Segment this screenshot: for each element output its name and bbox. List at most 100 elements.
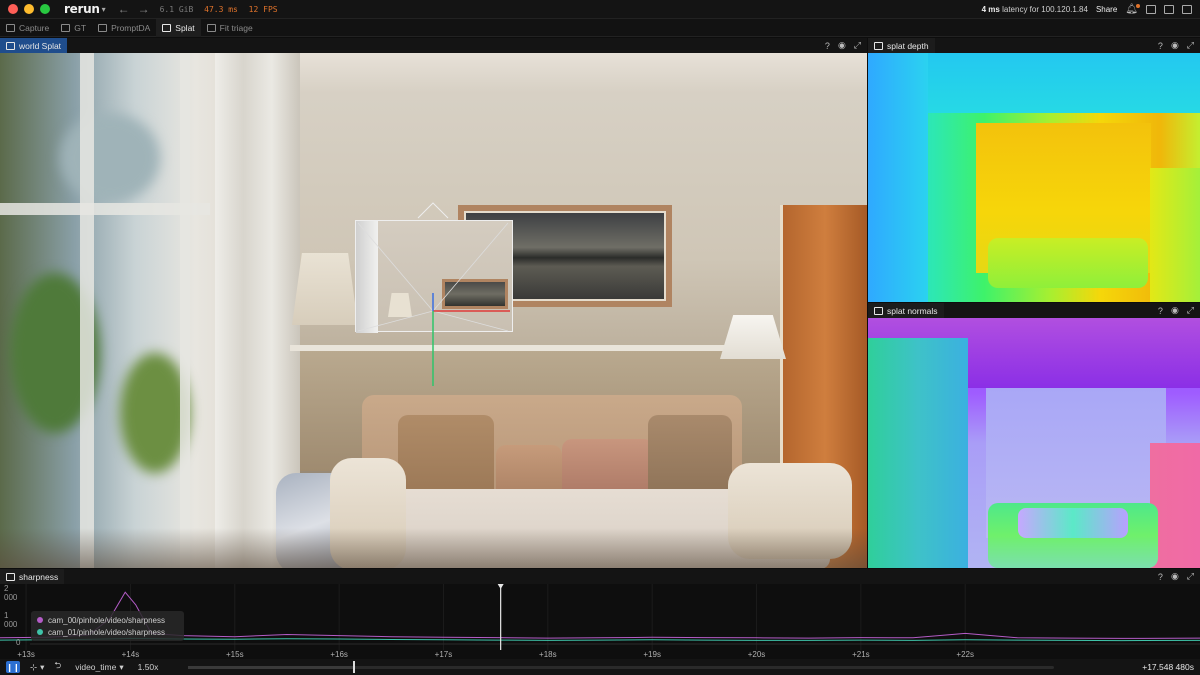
blueprint-tabs: Capture GT PromptDA Splat Fit triage: [0, 18, 1200, 37]
tab-splat[interactable]: Splat: [156, 18, 201, 37]
playback-mode-dropdown[interactable]: ⊹ ▾: [30, 662, 44, 673]
share-button[interactable]: Share: [1096, 5, 1117, 14]
eye-icon[interactable]: ◉: [838, 40, 846, 51]
tab-capture[interactable]: Capture: [0, 19, 55, 37]
help-icon[interactable]: ?: [1158, 41, 1163, 51]
x-tick-label: +17s: [434, 650, 453, 659]
tab-label: PromptDA: [111, 22, 151, 33]
notification-dot: [1136, 4, 1140, 8]
expand-icon[interactable]: ⤢: [854, 40, 861, 51]
tab-gt[interactable]: GT: [55, 19, 92, 37]
eye-icon[interactable]: ◉: [1171, 40, 1179, 51]
camera-image-lamp: [388, 293, 412, 317]
timeline-name: video_time: [75, 662, 117, 672]
expand-icon[interactable]: ⤢: [1187, 571, 1194, 582]
normals-left-wall: [868, 338, 968, 568]
time-cursor-handle[interactable]: [497, 584, 504, 589]
app-logo[interactable]: rerun: [64, 2, 100, 16]
sharpness-panel: sharpness ? ◉ ⤢ 2 000 1 000 0 cam_00/pin…: [0, 569, 1200, 659]
zoom-window-button[interactable]: [40, 4, 50, 14]
playback-speed[interactable]: 1.50x: [138, 662, 159, 672]
frame-time: 47.3 ms: [204, 4, 238, 14]
legend-swatch: [37, 617, 43, 623]
panel-title-tab[interactable]: splat depth: [868, 38, 935, 53]
window-frame: [180, 53, 190, 568]
legend-label: cam_00/pinhole/video/sharpness: [48, 615, 165, 625]
container-icon: [206, 23, 216, 32]
tab-fit-triage[interactable]: Fit triage: [201, 19, 259, 37]
camera-image-painting-canvas: [445, 282, 505, 306]
panel-title-tab[interactable]: sharpness: [0, 569, 65, 584]
close-window-button[interactable]: [8, 4, 18, 14]
latency-value: 4 ms: [981, 5, 1000, 14]
3d-view-icon: [6, 41, 15, 50]
2d-view-icon: [874, 306, 883, 315]
expand-icon[interactable]: ⤢: [1187, 305, 1194, 316]
tab-label: GT: [74, 22, 87, 33]
bottom-panel-toggle-icon[interactable]: [1164, 5, 1174, 14]
eye-icon[interactable]: ◉: [1171, 571, 1179, 582]
normals-image[interactable]: [868, 318, 1200, 568]
expand-icon[interactable]: ⤢: [1187, 40, 1194, 51]
help-icon[interactable]: ?: [1158, 306, 1163, 316]
panel-title-tab[interactable]: splat normals: [868, 303, 944, 318]
splat-depth-panel: splat depth ? ◉ ⤢: [868, 38, 1200, 302]
notification-bell-icon[interactable]: 🔔︎: [1125, 4, 1140, 15]
legend-label: cam_01/pinhole/video/sharpness: [48, 627, 165, 637]
panel-controls: ? ◉ ⤢: [1158, 569, 1194, 584]
x-tick-label: +19s: [643, 650, 661, 659]
panel-title: splat normals: [887, 305, 938, 316]
plot-legend: cam_00/pinhole/video/sharpness cam_01/pi…: [31, 611, 184, 641]
depth-sofa: [988, 238, 1148, 288]
lamp-shade: [720, 315, 786, 359]
panel-title: splat depth: [887, 40, 929, 51]
x-tick-label: +16s: [330, 650, 348, 659]
y-tick-label: 0: [16, 638, 21, 647]
latency-indicator: 4 ms latency for 100.120.1.84: [982, 5, 1088, 14]
timeline-selector[interactable]: video_time ▾: [75, 662, 123, 673]
x-tick-label: +22s: [956, 650, 974, 659]
left-panel-toggle-icon[interactable]: [1146, 5, 1156, 14]
time-scrubber[interactable]: [188, 661, 1054, 673]
y-tick-label: 1 000: [4, 611, 18, 629]
splat-normals-panel: splat normals ? ◉ ⤢: [868, 303, 1200, 568]
panel-controls: ? ◉ ⤢: [1158, 303, 1194, 318]
current-time: +17.548 480s: [1142, 662, 1194, 672]
tab-promptda[interactable]: PromptDA: [92, 19, 156, 37]
back-arrow-icon[interactable]: ←: [118, 2, 130, 16]
window-frame: [80, 53, 94, 568]
minimize-window-button[interactable]: [24, 4, 34, 14]
camera-image-painting: [442, 279, 508, 309]
tab-label: Splat: [175, 22, 195, 33]
loop-button[interactable]: ⮌: [54, 660, 61, 674]
chevron-down-icon[interactable]: ▾: [102, 5, 106, 14]
x-tick-label: +18s: [539, 650, 557, 659]
help-icon[interactable]: ?: [1158, 572, 1163, 582]
loop-icon: ⮌: [54, 660, 62, 670]
plot-area[interactable]: 2 000 1 000 0 cam_00/pinhole/video/sharp…: [0, 584, 1200, 650]
tab-label: Capture: [19, 22, 50, 33]
depth-door: [1150, 168, 1200, 302]
panel-title-tab[interactable]: world Splat: [0, 38, 68, 53]
titlebar-right: 4 ms latency for 100.120.1.84 Share 🔔︎: [982, 0, 1192, 19]
pause-button[interactable]: ❙❙: [6, 661, 20, 673]
forward-arrow-icon[interactable]: →: [138, 2, 150, 16]
camera-image-plane[interactable]: [355, 220, 513, 333]
depth-image[interactable]: [868, 53, 1200, 302]
x-tick-label: +20s: [747, 650, 766, 659]
timeline-bar: ❙❙ ⊹ ▾ ⮌ video_time ▾ 1.50x +17.548 480s: [0, 659, 1200, 675]
container-icon: [98, 23, 108, 32]
3d-viewport[interactable]: [0, 53, 867, 568]
title-bar: rerun ▾ ← → 6.1 GiB 47.3 ms 12 FPS 4 ms …: [0, 0, 1200, 19]
right-panel-toggle-icon[interactable]: [1182, 5, 1192, 14]
legend-item: cam_00/pinhole/video/sharpness: [37, 614, 178, 626]
tab-label: Fit triage: [219, 22, 253, 33]
help-icon[interactable]: ?: [825, 41, 830, 51]
x-tick-label: +21s: [852, 650, 870, 659]
chevron-down-icon: ▾: [119, 661, 124, 672]
eye-icon[interactable]: ◉: [1171, 305, 1179, 316]
scrubber-handle[interactable]: [352, 661, 355, 673]
performance-readout: 6.1 GiB 47.3 ms 12 FPS: [160, 5, 278, 14]
panel-title: world Splat: [19, 40, 62, 51]
normals-cushions: [1018, 508, 1128, 538]
